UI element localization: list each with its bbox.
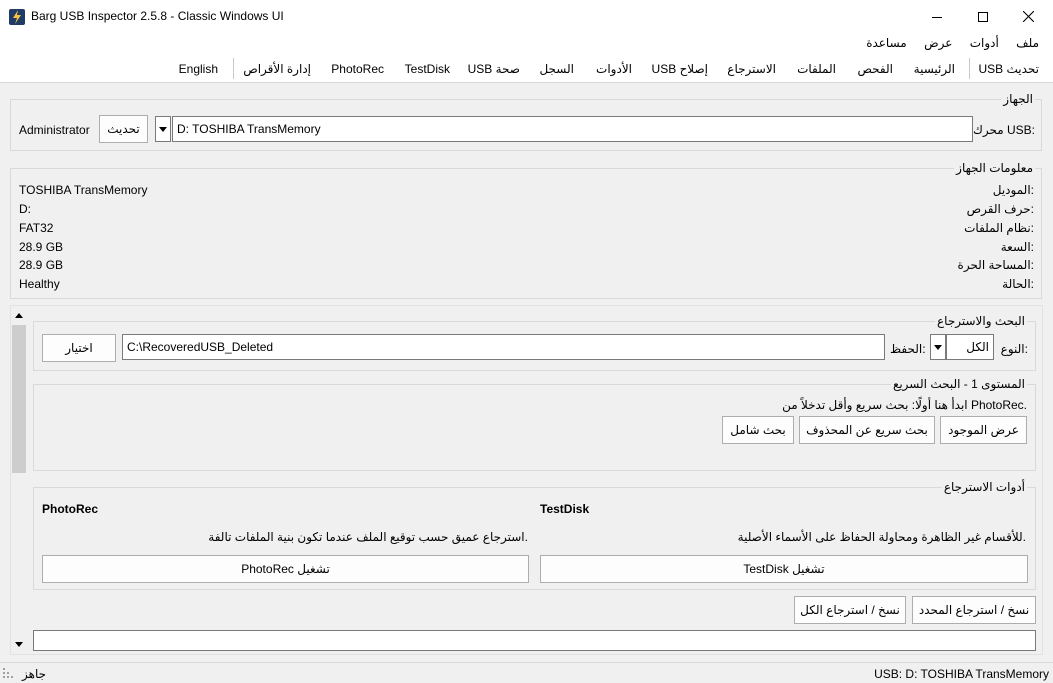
tab-tools[interactable]: الأدوات [596,62,632,76]
tab-disk-management[interactable]: إدارة الأقراص [243,62,311,76]
quick-search-hint: ابدأ هنا أولًا: بحث سريع وأقل تدخلاً من … [782,398,1027,412]
drive-letter-value: D: [19,202,31,216]
save-path-input[interactable]: C:\RecoveredUSB_Deleted [122,334,885,360]
window-title: Barg USB Inspector 2.5.8 - Classic Windo… [31,9,284,23]
photorec-description: استرجاع عميق حسب توقيع الملف عندما تكون … [208,530,528,544]
vertical-scrollbar[interactable] [11,307,27,652]
capacity-value: 28.9 GB [19,240,64,254]
drive-letter-label: حرف القرص: [966,202,1034,216]
testdisk-description: للأقسام غير الظاهرة ومحاولة الحفاظ على ا… [737,530,1026,544]
search-group: البحث والاسترجاع النوع: الكل الحفظ: C:\R… [33,314,1036,371]
status-device: USB: D: TOSHIBA TransMemory [874,667,1049,681]
maximize-button[interactable] [960,0,1006,33]
device-info-group: معلومات الجهاز [10,161,1042,299]
minimize-button[interactable] [914,0,960,33]
recovery-tools-group: أدوات الاسترجاع TestDisk للأقسام غير الظ… [33,480,1036,590]
close-button[interactable] [1005,0,1051,33]
run-photorec-button[interactable]: PhotoRec تشغيل [42,555,529,583]
title-bar: Barg USB Inspector 2.5.8 - Classic Windo… [0,0,1053,33]
toolbar-tabs: USB تحديث الرئيسية الفحص الملفات الاسترج… [0,55,1053,83]
free-space-label: المساحة الحرة: [957,258,1034,272]
search-group-title: البحث والاسترجاع [935,314,1027,328]
status-label: الحالة: [1002,277,1034,291]
scroll-down-icon[interactable] [11,636,27,652]
choose-folder-button[interactable]: اختيار [42,334,116,362]
quick-search-group-title: المستوى 1 - البحث السريع [890,377,1027,391]
model-label: الموديل: [992,183,1034,197]
status-value: Healthy [19,277,60,291]
resize-grip-icon[interactable] [0,665,14,682]
recovery-tools-group-title: أدوات الاسترجاع [941,480,1027,494]
usb-drive-label: محرك USB: [972,123,1035,137]
menu-help[interactable]: مساعدة [862,33,911,53]
tab-usb-repair[interactable]: USB إصلاح [652,62,708,76]
testdisk-title: TestDisk [540,502,590,516]
tab-home[interactable]: الرئيسية [914,62,955,76]
tab-scan[interactable]: الفحص [857,62,893,76]
filesystem-label: نظام الملفات: [964,221,1034,235]
scroll-thumb[interactable] [12,325,26,473]
tab-log[interactable]: السجل [539,62,574,76]
output-log-box[interactable] [33,630,1036,651]
scroll-up-icon[interactable] [11,307,27,323]
tab-photorec[interactable]: PhotoRec [331,62,384,76]
tab-testdisk[interactable]: TestDisk [405,62,450,76]
tab-files[interactable]: الملفات [797,62,836,76]
tab-usb-health[interactable]: USB صحة [468,62,520,76]
capacity-label: السعة: [1000,240,1034,254]
menu-tools[interactable]: أدوات [966,33,1003,53]
status-ready: جاهز [22,667,47,681]
tab-separator [969,58,970,79]
device-info-group-title: معلومات الجهاز [954,161,1035,175]
save-label: الحفظ: [890,342,926,356]
admin-label: Administrator [19,123,90,137]
quick-deleted-search-button[interactable]: بحث سريع عن المحذوف [799,416,935,444]
lightning-icon [9,9,25,25]
tab-recovery[interactable]: الاسترجاع [727,62,776,76]
run-testdisk-button[interactable]: TestDisk تشغيل [540,555,1028,583]
filesystem-value: FAT32 [19,221,54,235]
chevron-down-icon[interactable] [155,116,171,142]
type-label: النوع: [1000,342,1028,356]
model-value: TOSHIBA TransMemory [19,183,148,197]
show-existing-button[interactable]: عرض الموجود [940,416,1027,444]
quick-search-group: المستوى 1 - البحث السريع ابدأ هنا أولًا:… [33,377,1036,471]
copy-all-button[interactable]: نسخ / استرجاع الكل [794,596,906,624]
chevron-down-icon[interactable] [930,334,946,360]
close-icon [1022,11,1034,22]
device-group-title: الجهاز [1001,92,1035,106]
tab-usb-refresh[interactable]: USB تحديث [978,62,1039,76]
type-select[interactable]: الكل [946,334,994,360]
refresh-button[interactable]: تحديث [99,115,148,143]
menu-bar: ملف أدوات عرض مساعدة [0,33,1053,55]
menu-file[interactable]: ملف [1012,33,1043,53]
tab-separator [233,58,234,79]
menu-view[interactable]: عرض [920,33,956,53]
tab-english[interactable]: English [179,62,218,76]
copy-selected-button[interactable]: نسخ / استرجاع المحدد [912,596,1036,624]
status-bar: جاهز USB: D: TOSHIBA TransMemory [0,662,1053,683]
maximize-icon [978,11,988,22]
free-space-value: 28.9 GB [19,258,64,272]
photorec-title: PhotoRec [42,502,99,516]
device-group: الجهاز محرك USB: D: TOSHIBA TransMemory … [10,92,1042,151]
usb-drive-select[interactable]: D: TOSHIBA TransMemory [172,116,973,142]
minimize-icon [932,16,942,18]
full-search-button[interactable]: بحث شامل [722,416,794,444]
